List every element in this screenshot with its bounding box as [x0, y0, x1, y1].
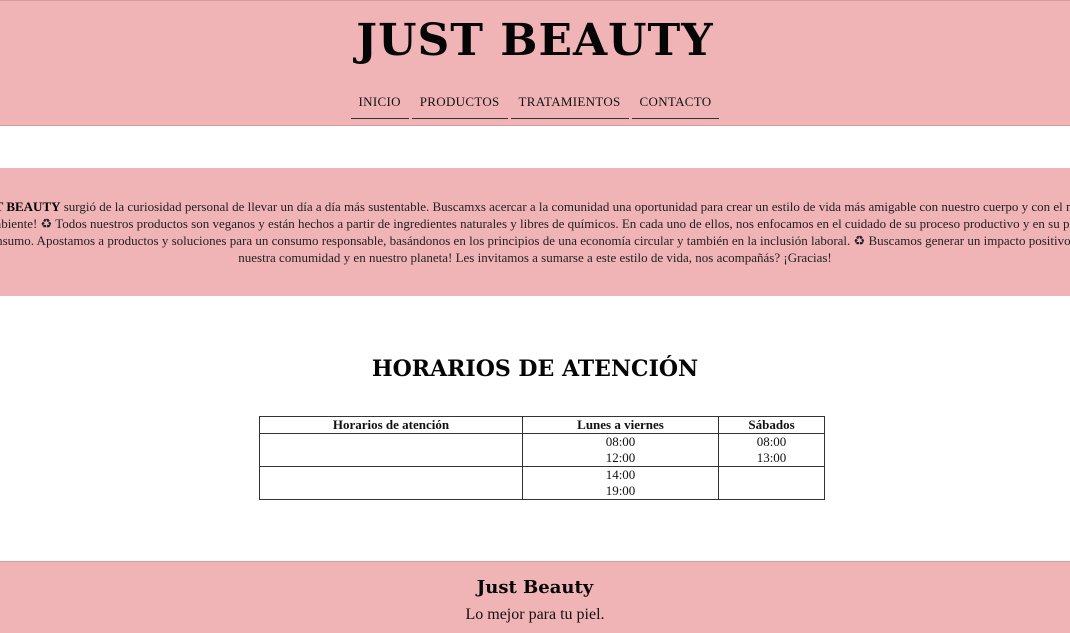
site-title: JUST BEAUTY — [356, 15, 714, 66]
table-cell — [718, 466, 825, 500]
about-body: surgió de la curiosidad personal de llev… — [0, 199, 1070, 265]
col-header-weekdays: Lunes a viernes — [522, 416, 719, 434]
table-row: 14:00 19:00 — [259, 466, 825, 500]
table-cell — [259, 466, 523, 500]
table-row: 08:00 12:00 08:00 13:00 — [259, 433, 825, 467]
nav-contacto[interactable]: CONTACTO — [631, 91, 720, 119]
table-cell: 08:00 13:00 — [718, 433, 825, 467]
nav-tratamientos[interactable]: TRATAMIENTOS — [510, 91, 629, 119]
hours-table: Horarios de atención Lunes a viernes Sáb… — [259, 416, 825, 500]
about-text: JUST BEAUTY surgió de la curiosidad pers… — [0, 198, 1070, 266]
table-header-row: Horarios de atención Lunes a viernes Sáb… — [259, 416, 825, 434]
nav-productos[interactable]: PRODUCTOS — [411, 91, 508, 119]
nav-inicio[interactable]: INICIO — [350, 91, 409, 119]
table-cell: 08:00 12:00 — [522, 433, 719, 467]
col-header-hours: Horarios de atención — [259, 416, 523, 434]
footer-title: Just Beauty — [476, 577, 594, 598]
site-footer: Just Beauty Lo mejor para tu piel. — [0, 561, 1070, 633]
footer-subtitle: Lo mejor para tu piel. — [465, 606, 605, 623]
main-nav: INICIO PRODUCTOS TRATAMIENTOS CONTACTO — [0, 91, 1070, 119]
col-header-saturday: Sábados — [718, 416, 825, 434]
about-brand: JUST BEAUTY — [0, 199, 61, 214]
site-header: JUST BEAUTY INICIO PRODUCTOS TRATAMIENTO… — [0, 0, 1070, 126]
table-cell — [259, 433, 523, 467]
table-cell: 14:00 19:00 — [522, 466, 719, 500]
about-section: JUST BEAUTY surgió de la curiosidad pers… — [0, 168, 1070, 296]
hours-title: HORARIOS DE ATENCIÓN — [371, 356, 699, 382]
